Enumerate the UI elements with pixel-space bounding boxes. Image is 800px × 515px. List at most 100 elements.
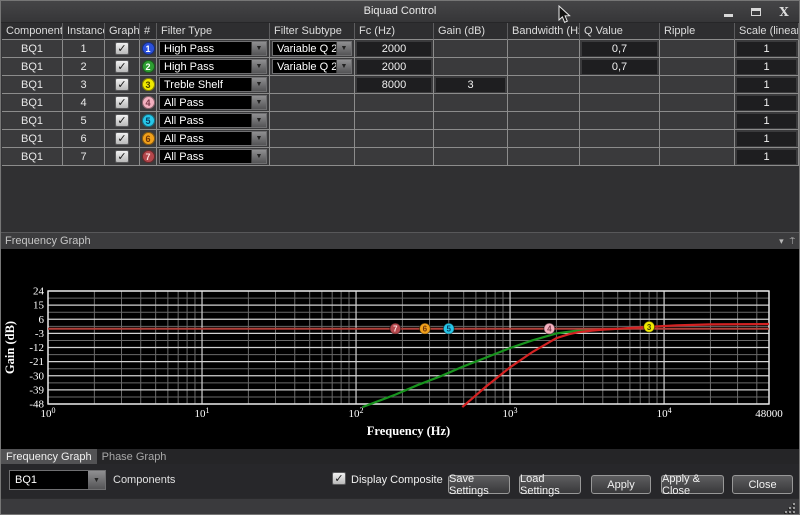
filter-subtype-dropdown[interactable]: Variable Q 2 ▼ <box>272 41 352 56</box>
column-header-fc-hz[interactable]: Fc (Hz) <box>355 23 434 40</box>
chevron-down-icon[interactable]: ▼ <box>88 471 105 489</box>
cell-fc <box>355 148 434 166</box>
graph-checkbox[interactable]: ✓ <box>115 42 129 55</box>
chevron-down-icon[interactable]: ▼ <box>251 42 266 55</box>
x-tick-label: 101 <box>195 406 210 420</box>
column-header-filter-subtype[interactable]: Filter Subtype <box>270 23 355 40</box>
chevron-down-icon[interactable]: ▼ <box>251 150 266 163</box>
filter-type-dropdown[interactable]: All Pass ▼ <box>159 95 267 110</box>
maximize-icon <box>751 7 761 16</box>
title-bar[interactable]: Biquad Control X <box>1 1 799 23</box>
curve-badge-5: 5 <box>141 114 155 127</box>
frequency-graph-panel-header[interactable]: Frequency Graph ▾ ⍑ <box>1 232 799 249</box>
filter-type-dropdown[interactable]: All Pass ▼ <box>159 113 267 128</box>
tab-frequency-graph[interactable]: Frequency Graph <box>1 449 97 464</box>
cell-gain-input[interactable]: 3 <box>436 77 505 92</box>
curve-marker-6[interactable]: 6 <box>418 322 431 335</box>
filter-type-dropdown[interactable]: All Pass ▼ <box>159 131 267 146</box>
maximize-button[interactable] <box>747 4 765 19</box>
column-header-graph[interactable]: Graph <box>105 23 140 40</box>
curve-marker-5[interactable]: 5 <box>442 322 455 335</box>
save-settings-button[interactable]: Save Settings <box>448 473 510 497</box>
graph-canvas: 24156-3-12-21-30-39-48100 101 102 103 104 480… <box>3 286 783 439</box>
cell-q-value-input[interactable]: 0,7 <box>582 59 657 74</box>
graph-checkbox[interactable]: ✓ <box>115 114 129 127</box>
column-header-ripple[interactable]: Ripple <box>660 23 735 40</box>
cell-scale-input[interactable]: 1 <box>737 41 796 56</box>
cell-gain <box>434 58 508 76</box>
filter-table: Component Instance Graph # Filter Type Filter… <box>2 23 799 166</box>
cell-filter-subtype: Variable Q 2 ▼ <box>270 40 355 58</box>
cell-instance: 1 <box>63 40 105 58</box>
cell-scale-input[interactable]: 1 <box>737 131 796 146</box>
column-header-filter-type[interactable]: Filter Type <box>157 23 270 40</box>
component-select-value: BQ1 <box>15 474 38 486</box>
cell-scale-input[interactable]: 1 <box>737 149 796 164</box>
chevron-down-icon[interactable]: ▼ <box>336 42 351 55</box>
cell-fc-input[interactable]: 8000 <box>357 77 431 92</box>
chevron-down-icon[interactable]: ▼ <box>251 60 266 73</box>
cell-scale-input[interactable]: 1 <box>737 95 796 110</box>
component-select[interactable]: BQ1 ▼ <box>9 470 106 490</box>
cell-component: BQ1 <box>2 130 63 148</box>
load-settings-button[interactable]: Load Settings <box>519 473 581 497</box>
column-header-instance[interactable]: Instance <box>63 23 105 40</box>
cell-gain <box>434 130 508 148</box>
chevron-down-icon[interactable]: ▼ <box>336 60 351 73</box>
chevron-down-icon[interactable]: ▼ <box>251 114 266 127</box>
close-button[interactable]: Close <box>732 475 793 494</box>
curve-marker-3[interactable]: 3 <box>643 320 656 333</box>
cell-gain <box>434 112 508 130</box>
cell-gain <box>434 40 508 58</box>
graph-checkbox[interactable]: ✓ <box>115 132 129 145</box>
curve-marker-7[interactable]: 7 <box>389 322 402 335</box>
panel-pin-icon[interactable]: ⍑ <box>790 236 795 247</box>
column-header-bandwidth-hz[interactable]: Bandwidth (Hz) <box>508 23 580 40</box>
cell-scale: 1 <box>735 112 799 130</box>
cell-q-value-input[interactable]: 0,7 <box>582 41 657 56</box>
chevron-down-icon[interactable]: ▼ <box>251 78 266 91</box>
graph-checkbox[interactable]: ✓ <box>115 96 129 109</box>
panel-collapse-icon[interactable]: ▾ <box>779 236 784 247</box>
cell-scale-input[interactable]: 1 <box>737 59 796 74</box>
graph-checkbox[interactable]: ✓ <box>115 60 129 73</box>
cell-scale-input[interactable]: 1 <box>737 113 796 128</box>
chevron-down-icon[interactable]: ▼ <box>251 96 266 109</box>
cell-bandwidth <box>508 40 580 58</box>
graph-checkbox[interactable]: ✓ <box>115 150 129 163</box>
filter-type-dropdown[interactable]: High Pass ▼ <box>159 59 267 74</box>
table-empty-area <box>2 166 799 232</box>
column-header-q-value[interactable]: Q Value <box>580 23 660 40</box>
cell-component: BQ1 <box>2 94 63 112</box>
column-header-scale-linear[interactable]: Scale (linear) <box>735 23 799 40</box>
curve-marker-4[interactable]: 4 <box>543 322 556 335</box>
cell-scale-input[interactable]: 1 <box>737 77 796 92</box>
column-header-component[interactable]: Component <box>2 23 63 40</box>
column-header-gain-db[interactable]: Gain (dB) <box>434 23 508 40</box>
filter-type-dropdown-value: All Pass <box>164 132 204 145</box>
cell-q-value: 0,7 <box>580 40 660 58</box>
filter-subtype-dropdown[interactable]: Variable Q 2 ▼ <box>272 59 352 74</box>
cell-ripple <box>660 148 735 166</box>
cell-ripple <box>660 76 735 94</box>
chevron-down-icon[interactable]: ▼ <box>251 132 266 145</box>
window-title: Biquad Control <box>363 5 437 17</box>
apply-button[interactable]: Apply <box>591 475 651 494</box>
filter-type-dropdown[interactable]: Treble Shelf ▼ <box>159 77 267 92</box>
apply-close-button[interactable]: Apply & Close <box>661 473 724 497</box>
graph-checkbox[interactable]: ✓ <box>115 78 129 91</box>
cell-bandwidth <box>508 130 580 148</box>
column-header-[interactable]: # <box>140 23 157 40</box>
cell-q-value: 0,7 <box>580 58 660 76</box>
filter-type-dropdown[interactable]: All Pass ▼ <box>159 149 267 164</box>
close-button[interactable]: X <box>775 4 793 19</box>
display-composite-checkbox[interactable]: ✓ <box>332 472 346 485</box>
tab-phase-graph[interactable]: Phase Graph <box>97 449 172 464</box>
cell-filter-type: All Pass ▼ <box>157 130 270 148</box>
minimize-button[interactable] <box>719 4 737 19</box>
filter-type-dropdown[interactable]: High Pass ▼ <box>159 41 267 56</box>
cell-graph: ✓ <box>105 76 140 94</box>
cell-fc-input[interactable]: 2000 <box>357 41 431 56</box>
resize-grip[interactable] <box>784 502 795 513</box>
cell-fc-input[interactable]: 2000 <box>357 59 431 74</box>
